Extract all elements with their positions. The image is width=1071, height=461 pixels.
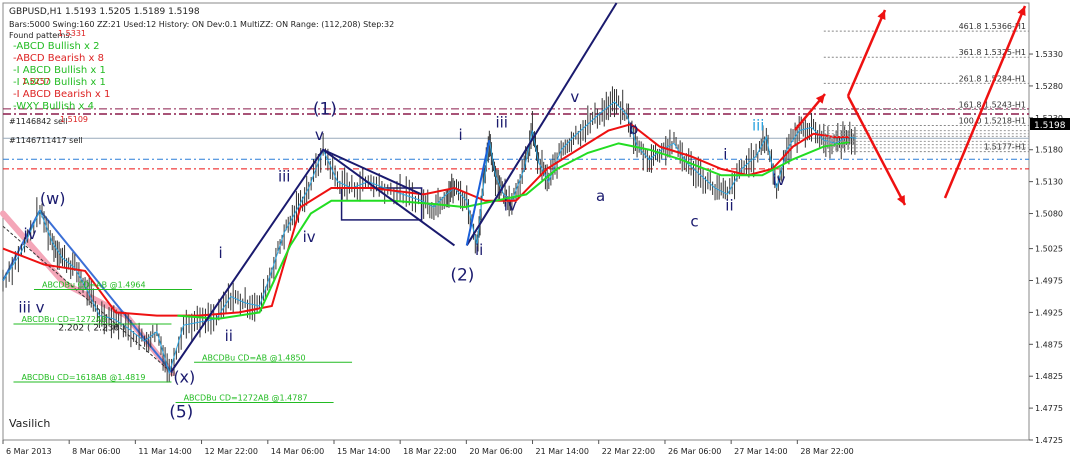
wave-label: c <box>690 212 698 230</box>
wave-label: iii <box>495 113 508 131</box>
x-tick-label: 15 Mar 14:00 <box>337 447 390 456</box>
pattern-item: -WXY Bullish x 4 <box>13 101 94 112</box>
overlay-note: #1146711417 sell <box>9 136 83 145</box>
wave-label: (w) <box>40 189 66 208</box>
signature: Vasilich <box>9 417 50 430</box>
pattern-label: ABCDBu CD=1618AB @1.4819 <box>21 373 145 382</box>
y-tick-label: 1.4825 <box>1035 372 1063 381</box>
fib-level-label: 1.5177-H1 <box>984 143 1026 152</box>
wave-label: b <box>629 120 639 138</box>
y-axis: 1.53301.52801.52301.51801.51301.50801.50… <box>1029 50 1063 445</box>
pattern-label: ABCDBu CD=AB @1.4964 <box>42 281 146 290</box>
pattern-item: -I ABCD Bearish x 1 <box>13 89 110 100</box>
y-tick-label: 1.5180 <box>1035 146 1063 155</box>
wave-label: iii <box>278 168 291 186</box>
overlay-note: 1.5109 <box>60 115 88 124</box>
ratio-label: 2.202 ( 2.236 ) <box>58 323 125 333</box>
wave-label: i <box>723 145 727 163</box>
x-tick-label: 14 Mar 06:00 <box>271 447 324 456</box>
pattern-item: -ABCD Bearish x 8 <box>13 53 104 64</box>
current-price: 1.5198 <box>1034 121 1066 131</box>
wave-label: iii v <box>18 298 44 316</box>
wave-label: a <box>596 187 605 205</box>
indicator-info: Bars:5000 Swing:160 ZZ:21 Used:12 Histor… <box>9 20 394 29</box>
y-tick-label: 1.5025 <box>1035 245 1063 254</box>
x-tick-label: 8 Mar 06:00 <box>72 447 120 456</box>
x-tick-label: 22 Mar 22:00 <box>602 447 655 456</box>
y-tick-label: 1.5330 <box>1035 50 1063 59</box>
fib-level-label: 161.8 1.5243-H1 <box>959 101 1026 110</box>
x-tick-label: 11 Mar 14:00 <box>138 447 191 456</box>
wave-label: iii <box>752 117 765 135</box>
price-chart[interactable]: 461.8 1.5366-H1361.8 1.5325-H1261.8 1.52… <box>0 0 1071 461</box>
wave-label: (5) <box>169 403 193 423</box>
overlay-note: #1146842 sell <box>9 117 67 126</box>
pattern-label: ABCDBu CD=AB @1.4850 <box>202 353 306 362</box>
y-tick-label: 1.4725 <box>1035 436 1063 445</box>
wave-label: iv <box>24 225 37 243</box>
pattern-label: ABCDBu CD=1272AB @1.4787 <box>184 393 308 402</box>
x-tick-label: 6 Mar 2013 <box>6 447 52 456</box>
pattern-item: -ABCD Bullish x 2 <box>13 41 100 52</box>
fib-level-label: 361.8 1.5325-H1 <box>959 48 1026 57</box>
wave-label: i <box>459 126 463 144</box>
y-tick-label: 1.5280 <box>1035 82 1063 91</box>
wave-label: (x) <box>173 368 195 387</box>
wave-label: ii <box>225 327 233 345</box>
y-tick-label: 1.5130 <box>1035 178 1063 187</box>
x-tick-label: 28 Mar 22:00 <box>800 447 853 456</box>
wave-label: v <box>570 88 579 106</box>
pattern-item: -I ABCD Bullish x 1 <box>13 65 106 76</box>
wave-label: iv <box>773 171 786 189</box>
overlay-note: 1.5257 <box>22 77 50 86</box>
y-tick-label: 1.4925 <box>1035 308 1063 317</box>
wave-label: ii <box>475 241 483 259</box>
plot-area <box>2 2 1030 441</box>
wave-label: iv <box>303 228 316 246</box>
x-tick-label: 27 Mar 14:00 <box>734 447 787 456</box>
x-axis: 6 Mar 2013 8 Mar 06:00 11 Mar 14:00 12 Mar … <box>2 440 854 456</box>
wave-label: (2) <box>450 266 474 286</box>
x-tick-label: 18 Mar 22:00 <box>403 447 456 456</box>
y-tick-label: 1.4875 <box>1035 340 1063 349</box>
x-tick-label: 20 Mar 06:00 <box>469 447 522 456</box>
wave-label: i <box>218 244 222 262</box>
wave-label: (1) <box>313 100 337 120</box>
wave-label: ii <box>725 196 733 214</box>
chart-header: GBPUSD,H1 1.5193 1.5205 1.5189 1.5198 <box>9 7 200 17</box>
overlay-note: 1.5331 <box>58 29 86 38</box>
x-tick-label: 12 Mar 22:00 <box>205 447 258 456</box>
x-tick-label: 21 Mar 14:00 <box>536 447 589 456</box>
wave-label: iv <box>504 196 517 214</box>
wave-label: v <box>315 126 324 144</box>
y-tick-label: 1.5080 <box>1035 210 1063 219</box>
y-tick-label: 1.4975 <box>1035 277 1063 286</box>
y-tick-label: 1.4775 <box>1035 404 1063 413</box>
x-tick-label: 26 Mar 06:00 <box>668 447 721 456</box>
fib-level-label: 100.0 1.5218-H1 <box>959 116 1026 125</box>
